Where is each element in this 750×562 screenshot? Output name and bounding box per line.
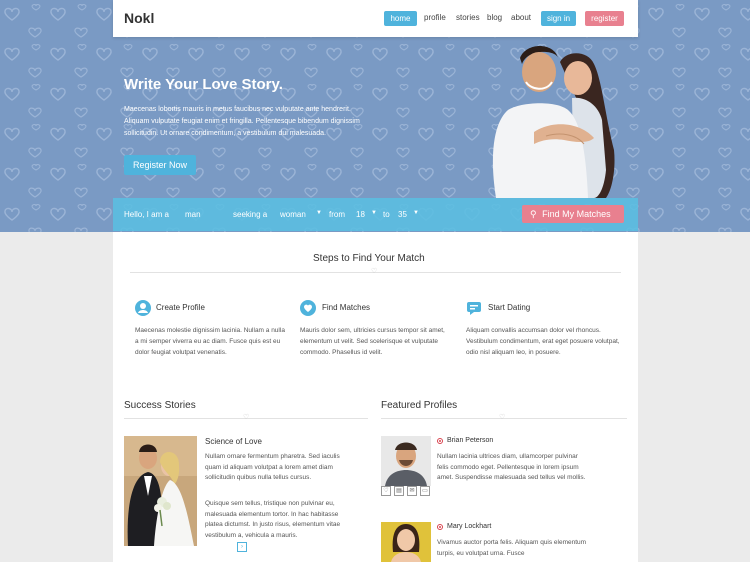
story-paragraph-2: Quisque sem tellus, tristique non pulvin… — [205, 500, 341, 539]
like-icon[interactable]: ♡ — [381, 486, 391, 496]
seeking-select[interactable]: woman — [280, 210, 306, 219]
site-logo[interactable]: Nokl — [124, 10, 154, 26]
seeking-caret-icon: ▼ — [316, 210, 322, 216]
profile-name-2[interactable]: Mary Lockhart — [447, 523, 491, 530]
register-button[interactable]: register — [585, 11, 624, 26]
gender-select[interactable]: man — [185, 210, 201, 219]
step-start-dating-title: Start Dating — [488, 303, 531, 312]
featured-profiles-title: Featured Profiles — [381, 400, 458, 411]
divider-heart-icon: ♡ — [371, 268, 378, 275]
match-search-bar: Hello, I am a man seeking a woman ▼ from… — [113, 198, 638, 231]
heart-icon — [300, 300, 316, 316]
nav-stories-link[interactable]: stories — [456, 13, 480, 22]
chat-bubble-icon[interactable]: ▭ — [420, 486, 430, 496]
profile-text-2: Vivamus auctor porta felis. Aliquam quis… — [437, 539, 587, 557]
wedding-couple-photo[interactable] — [124, 436, 197, 546]
seeking-label: seeking a — [233, 210, 268, 219]
nav-home-button[interactable]: home — [384, 11, 417, 26]
chat-icon — [467, 302, 481, 315]
hero-title: Write Your Love Story. — [124, 76, 283, 93]
mary-lockhart-photo[interactable] — [381, 522, 431, 562]
step-start-dating-text: Aliquam convallis accumsan dolor vel rho… — [466, 327, 620, 356]
age-from-caret-icon: ▼ — [371, 210, 377, 216]
stories-divider-heart-icon: ♡ — [243, 414, 250, 421]
story-title[interactable]: Science of Love — [205, 437, 262, 446]
step-find-matches-text: Mauris dolor sem, ultricies cursus tempo… — [300, 327, 445, 356]
top-navigation: Nokl home profile stories blog about sig… — [113, 0, 638, 37]
user-icon — [135, 300, 151, 316]
main-content: Steps to Find Your Match ♡ Create Profil… — [113, 232, 638, 562]
find-my-matches-button[interactable]: ⚲ Find My Matches — [522, 205, 624, 223]
profile-card-icon[interactable]: ▤ — [394, 486, 404, 496]
couple-photo — [492, 46, 615, 198]
age-to-select[interactable]: 35 — [398, 210, 407, 219]
hello-label: Hello, I am a — [124, 210, 169, 219]
profile-text-1: Nullam lacinia ultrices diam, ullamcorpe… — [437, 453, 586, 481]
find-matches-label: Find My Matches — [542, 209, 611, 219]
profiles-divider-heart-icon: ♡ — [499, 414, 506, 421]
sign-in-button[interactable]: sign in — [541, 11, 576, 26]
age-to-caret-icon: ▼ — [413, 210, 419, 216]
step-create-profile-title: Create Profile — [156, 303, 205, 312]
success-stories-title: Success Stories — [124, 400, 196, 411]
register-now-button[interactable]: Register Now — [124, 155, 196, 175]
brian-peterson-photo[interactable] — [381, 436, 431, 486]
story-paragraph-1: Nullam ornare fermentum pharetra. Sed ia… — [205, 453, 340, 481]
from-label: from — [329, 210, 345, 219]
step-create-profile-text: Maecenas molestie dignissim lacinia. Nul… — [135, 327, 285, 356]
online-status-icon-2 — [437, 524, 443, 530]
nav-blog-link[interactable]: blog — [487, 13, 502, 22]
age-from-select[interactable]: 18 — [356, 210, 365, 219]
to-label: to — [383, 210, 390, 219]
nav-profile-link[interactable]: profile — [424, 13, 446, 22]
search-icon: ⚲ — [530, 209, 537, 219]
nav-about-link[interactable]: about — [511, 13, 531, 22]
online-status-icon — [437, 438, 443, 444]
hero-description: Maecenas lobortis mauris in metus faucib… — [124, 106, 360, 137]
read-more-icon[interactable]: › — [237, 542, 247, 552]
steps-title: Steps to Find Your Match — [313, 253, 425, 264]
profile-name-1[interactable]: Brian Peterson — [447, 437, 493, 444]
message-icon[interactable]: ✉ — [407, 486, 417, 496]
step-find-matches-title: Find Matches — [322, 303, 371, 312]
